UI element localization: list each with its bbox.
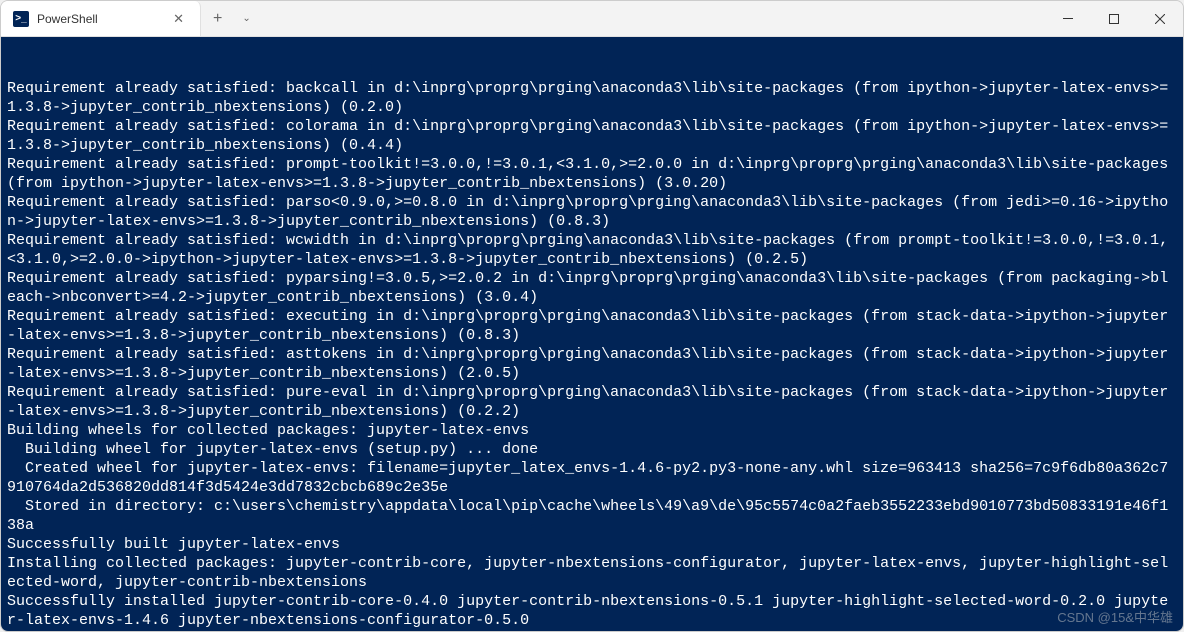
prompt-line: (base) PS C:\Users\Chemistry> jupyter co… bbox=[7, 630, 1177, 631]
terminal-line: Requirement already satisfied: colorama … bbox=[7, 117, 1177, 155]
terminal-line: Successfully installed jupyter-contrib-c… bbox=[7, 592, 1177, 630]
tab-title: PowerShell bbox=[37, 12, 161, 26]
maximize-button[interactable] bbox=[1091, 1, 1137, 36]
maximize-icon bbox=[1109, 14, 1119, 24]
window: >_ PowerShell ✕ + ⌄ Requirement already … bbox=[0, 0, 1184, 632]
tab-dropdown-button[interactable]: ⌄ bbox=[234, 13, 258, 24]
minimize-icon bbox=[1063, 18, 1073, 19]
powershell-icon: >_ bbox=[13, 11, 29, 27]
terminal-output[interactable]: Requirement already satisfied: backcall … bbox=[1, 37, 1183, 631]
terminal-line: Installing collected packages: jupyter-c… bbox=[7, 554, 1177, 592]
terminal-line: Requirement already satisfied: pure-eval… bbox=[7, 383, 1177, 421]
tab-powershell[interactable]: >_ PowerShell ✕ bbox=[1, 1, 201, 36]
close-button[interactable] bbox=[1137, 1, 1183, 36]
new-tab-button[interactable]: + bbox=[201, 10, 234, 28]
terminal-line: Stored in directory: c:\users\chemistry\… bbox=[7, 497, 1177, 535]
terminal-content: Requirement already satisfied: backcall … bbox=[7, 79, 1177, 631]
terminal-line: Requirement already satisfied: pyparsing… bbox=[7, 269, 1177, 307]
tab-close-button[interactable]: ✕ bbox=[169, 9, 188, 29]
terminal-line: Requirement already satisfied: backcall … bbox=[7, 79, 1177, 117]
terminal-line: Successfully built jupyter-latex-envs bbox=[7, 535, 1177, 554]
window-controls bbox=[1045, 1, 1183, 36]
titlebar: >_ PowerShell ✕ + ⌄ bbox=[1, 1, 1183, 37]
terminal-line: Created wheel for jupyter-latex-envs: fi… bbox=[7, 459, 1177, 497]
titlebar-left: >_ PowerShell ✕ + ⌄ bbox=[1, 1, 259, 36]
terminal-line: Building wheels for collected packages: … bbox=[7, 421, 1177, 440]
terminal-line: Requirement already satisfied: prompt-to… bbox=[7, 155, 1177, 193]
terminal-line: Requirement already satisfied: asttokens… bbox=[7, 345, 1177, 383]
terminal-line: Building wheel for jupyter-latex-envs (s… bbox=[7, 440, 1177, 459]
minimize-button[interactable] bbox=[1045, 1, 1091, 36]
terminal-line: Requirement already satisfied: wcwidth i… bbox=[7, 231, 1177, 269]
close-icon bbox=[1155, 14, 1165, 24]
terminal-line: Requirement already satisfied: executing… bbox=[7, 307, 1177, 345]
terminal-line: Requirement already satisfied: parso<0.9… bbox=[7, 193, 1177, 231]
